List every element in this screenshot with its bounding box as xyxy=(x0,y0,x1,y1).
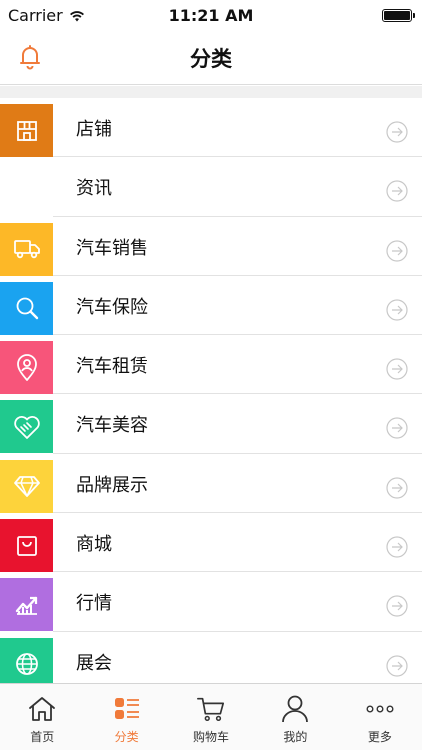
category-label: 店铺 xyxy=(76,119,112,140)
arrow-right-icon xyxy=(386,121,408,143)
cart-icon xyxy=(197,697,225,721)
category-row-store[interactable]: 店铺 xyxy=(0,98,422,158)
category-tile xyxy=(0,519,53,573)
arrow-right-icon xyxy=(386,655,408,677)
category-label: 行情 xyxy=(76,593,112,615)
shopping-bag-icon xyxy=(16,535,37,556)
category-tile xyxy=(0,459,53,513)
tab-label: 我的 xyxy=(283,730,308,744)
tab-category[interactable]: 分类 xyxy=(84,684,168,750)
category-label: 资讯 xyxy=(76,178,112,200)
tab-label: 购物车 xyxy=(193,730,230,744)
arrow-right-icon xyxy=(386,180,408,202)
category-tile xyxy=(0,341,53,395)
arrow-right-icon xyxy=(386,595,408,617)
tab-icon-wrap xyxy=(280,694,310,724)
arrow-right-icon xyxy=(386,299,408,321)
tab-icon-wrap xyxy=(196,694,226,724)
arrow-right-icon xyxy=(386,358,408,380)
status-bar: Carrier 11:21 AM xyxy=(0,0,422,30)
tab-more[interactable]: 更多 xyxy=(338,684,422,750)
tab-label: 首页 xyxy=(30,730,55,744)
tab-home[interactable]: 首页 xyxy=(0,684,84,750)
category-label: 汽车租赁 xyxy=(76,356,148,378)
location-pin-icon xyxy=(16,353,37,381)
category-row-news[interactable]: 资讯 xyxy=(0,157,422,217)
search-icon xyxy=(16,297,38,320)
diamond-icon xyxy=(13,476,40,498)
category-list: 店铺 资讯 汽车销售 汽车保险 汽车租赁 汽车美容 品牌展示 商城 行情 展会 xyxy=(0,98,422,691)
category-row-brand-showcase[interactable]: 品牌展示 xyxy=(0,453,422,514)
home-icon xyxy=(29,697,56,721)
arrow-right-icon xyxy=(386,536,408,558)
category-label: 汽车销售 xyxy=(76,237,148,259)
page-title: 分类 xyxy=(190,47,232,71)
section-gap xyxy=(0,86,422,98)
category-tile xyxy=(0,104,53,157)
trend-chart-icon xyxy=(15,596,37,615)
category-label: 汽车保险 xyxy=(76,296,148,318)
category-label: 品牌展示 xyxy=(76,474,148,496)
category-row-car-beauty[interactable]: 汽车美容 xyxy=(0,394,422,454)
category-row-car-insurance[interactable]: 汽车保险 xyxy=(0,275,422,336)
tab-profile[interactable]: 我的 xyxy=(253,684,337,750)
tab-label: 分类 xyxy=(114,730,139,744)
category-row-car-sales[interactable]: 汽车销售 xyxy=(0,216,422,276)
category-row-market[interactable]: 行情 xyxy=(0,572,422,632)
category-tile xyxy=(0,222,53,276)
truck-icon xyxy=(13,240,40,259)
heart-handshake-icon xyxy=(13,415,40,439)
arrow-right-icon xyxy=(386,417,408,440)
category-tile xyxy=(0,578,53,632)
tab-icon-wrap xyxy=(365,694,395,724)
globe-icon xyxy=(15,653,38,676)
user-icon xyxy=(282,695,309,723)
category-list-icon xyxy=(114,698,139,719)
battery-icon xyxy=(382,9,415,22)
tab-bar: 首页 分类 购物车 我的 更多 xyxy=(0,683,422,750)
arrow-right-icon xyxy=(386,477,408,499)
category-label: 商城 xyxy=(76,534,112,556)
status-time: 11:21 AM xyxy=(168,6,254,25)
more-icon xyxy=(366,705,394,713)
nav-bar: 分类 xyxy=(0,30,422,85)
tab-icon-wrap xyxy=(27,694,57,724)
arrow-right-icon xyxy=(386,239,408,262)
tab-cart[interactable]: 购物车 xyxy=(169,684,253,750)
tab-label: 更多 xyxy=(367,730,392,744)
category-tile xyxy=(0,281,53,335)
category-label: 汽车美容 xyxy=(76,415,148,437)
store-icon xyxy=(16,120,37,141)
category-row-mall[interactable]: 商城 xyxy=(0,513,422,573)
category-row-car-rental[interactable]: 汽车租赁 xyxy=(0,335,422,395)
tab-icon-wrap xyxy=(112,694,142,724)
category-tile xyxy=(0,400,53,454)
